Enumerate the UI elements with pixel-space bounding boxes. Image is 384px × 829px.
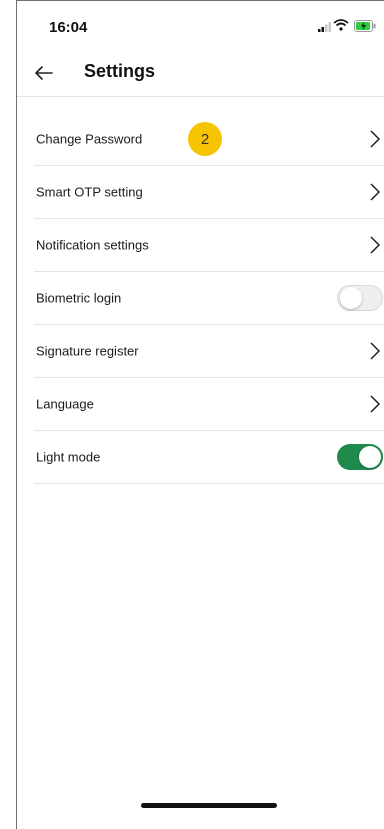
arrow-left-icon[interactable] (32, 61, 56, 85)
light-mode-toggle[interactable] (337, 444, 383, 470)
battery-charging-icon (354, 20, 376, 32)
phone-screen: 16:04 Settings Change Password 2 Smart O… (16, 0, 384, 829)
settings-item-smart-otp[interactable]: Smart OTP setting (34, 166, 384, 219)
chevron-right-icon (370, 183, 381, 201)
settings-item-label: Light mode (36, 449, 101, 465)
settings-item-label: Biometric login (36, 290, 122, 306)
settings-item-label: Signature register (36, 343, 139, 359)
settings-item-biometric-login: Biometric login (34, 272, 384, 325)
step-badge: 2 (188, 122, 222, 156)
settings-item-light-mode: Light mode (34, 431, 384, 484)
toggle-knob (359, 446, 381, 468)
status-time: 16:04 (49, 19, 88, 36)
toggle-knob (340, 287, 362, 309)
chevron-right-icon (370, 130, 381, 148)
chevron-right-icon (370, 236, 381, 254)
home-indicator[interactable] (141, 803, 277, 808)
settings-item-signature-register[interactable]: Signature register (34, 325, 384, 378)
wifi-icon (333, 19, 349, 31)
header-divider (17, 96, 384, 97)
settings-item-label: Smart OTP setting (36, 184, 143, 200)
settings-item-label: Language (36, 396, 94, 412)
settings-item-language[interactable]: Language (34, 378, 384, 431)
status-bar: 16:04 (17, 1, 384, 41)
cellular-signal-icon (318, 22, 331, 32)
settings-item-label: Notification settings (36, 237, 149, 253)
biometric-login-toggle[interactable] (337, 285, 383, 311)
chevron-right-icon (370, 395, 381, 413)
app-header: Settings (17, 53, 384, 93)
settings-item-notification[interactable]: Notification settings (34, 219, 384, 272)
settings-list: Change Password 2 Smart OTP setting Noti… (34, 113, 384, 484)
settings-item-change-password[interactable]: Change Password 2 (34, 113, 384, 166)
page-title: Settings (84, 61, 156, 81)
settings-item-label: Change Password (36, 131, 143, 147)
status-icons (318, 19, 378, 33)
chevron-right-icon (370, 342, 381, 360)
